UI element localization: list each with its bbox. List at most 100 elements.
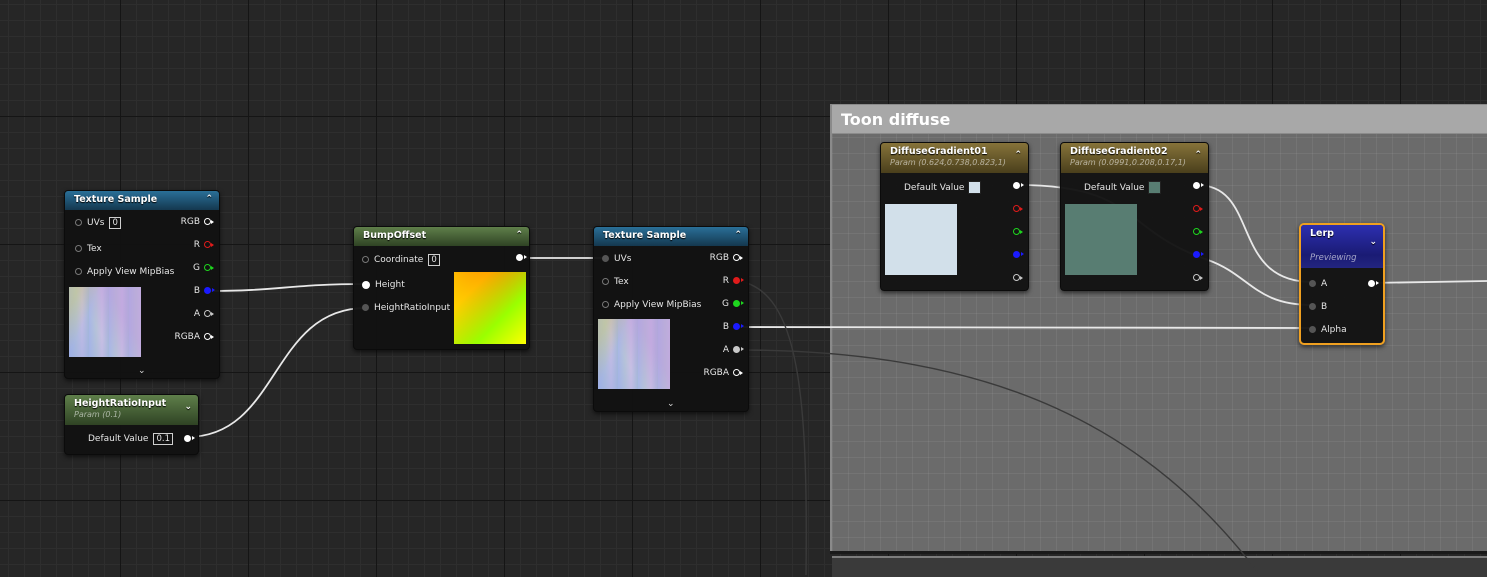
wire-b-to-height: [207, 283, 367, 292]
output-pin-icon: [733, 346, 744, 353]
node-diffuse-gradient-01[interactable]: DiffuseGradient01 Param (0.624,0.738,0.8…: [880, 142, 1029, 291]
pin-label: B: [193, 286, 200, 296]
output-pin-icon: [1193, 274, 1203, 281]
expand-chevron-icon[interactable]: ⌄: [138, 366, 146, 376]
pin-out-b[interactable]: [1189, 249, 1204, 261]
pin-label: RGBA: [703, 368, 729, 378]
pin-out-a[interactable]: A: [194, 308, 214, 320]
pin-apply-view-mipbias[interactable]: Apply View MipBias: [602, 299, 701, 311]
pin-uvs[interactable]: UVs 0: [75, 217, 121, 229]
pin-label: Apply View MipBias: [87, 267, 175, 277]
pin-out-g[interactable]: [1189, 226, 1203, 238]
pin-uvs[interactable]: UVs: [602, 253, 631, 265]
collapse-chevron-icon[interactable]: ⌃: [205, 194, 213, 204]
collapse-chevron-icon[interactable]: ⌄: [184, 402, 192, 412]
node-diffuse-gradient-02[interactable]: DiffuseGradient02 Param (0.0991,0.208,0.…: [1060, 142, 1209, 291]
uvs-value-field[interactable]: 0: [109, 217, 121, 229]
pin-out-a[interactable]: [1189, 272, 1203, 284]
pin-tex[interactable]: Tex: [75, 243, 102, 255]
pin-out-g[interactable]: G: [722, 298, 744, 310]
default-value-field[interactable]: 0.1: [153, 433, 173, 445]
pin-height[interactable]: Height: [362, 279, 405, 291]
pin-label: RGB: [180, 217, 200, 227]
default-value-row[interactable]: Default Value 0.1: [88, 433, 195, 445]
default-value-row[interactable]: Default Value: [904, 181, 982, 194]
pin-out-rgb[interactable]: RGB: [710, 252, 743, 264]
pin-label: Coordinate: [374, 255, 424, 265]
pin-label: R: [722, 276, 729, 286]
pin-out-b[interactable]: B: [723, 321, 744, 333]
collapse-chevron-icon[interactable]: ⌄: [1369, 237, 1377, 247]
output-pin-icon: [204, 241, 214, 248]
pin-out-r[interactable]: R: [722, 275, 744, 287]
coordinate-value-field[interactable]: 0: [428, 254, 440, 266]
bump-offset-preview: [454, 272, 526, 344]
output-pin-icon: [1193, 205, 1203, 212]
default-value-row[interactable]: Default Value: [1084, 181, 1162, 194]
pin-out-r[interactable]: [1009, 203, 1023, 215]
pin-output[interactable]: [1364, 278, 1379, 290]
node-texture-sample-2[interactable]: Texture Sample ⌃ UVs Tex Apply View MipB…: [593, 226, 749, 412]
node-lerp[interactable]: Lerp ⌄ Previewing A B Alpha: [1299, 223, 1385, 345]
pin-coordinate[interactable]: Coordinate 0: [362, 254, 440, 266]
pin-out-rgb[interactable]: [1189, 180, 1204, 192]
pin-tex[interactable]: Tex: [602, 276, 629, 288]
pin-output[interactable]: [512, 252, 527, 264]
collapse-chevron-icon[interactable]: ⌃: [1194, 150, 1202, 160]
collapse-chevron-icon[interactable]: ⌃: [1014, 150, 1022, 160]
node-title: Texture Sample: [603, 230, 687, 241]
output-pin-icon: [1368, 280, 1379, 287]
comment-box-lower: [832, 556, 1487, 577]
node-header[interactable]: DiffuseGradient01 Param (0.624,0.738,0.8…: [881, 143, 1028, 173]
node-header[interactable]: BumpOffset ⌃: [354, 227, 529, 246]
comment-title[interactable]: Toon diffuse: [832, 105, 1487, 134]
pin-label: Tex: [87, 244, 102, 254]
node-header[interactable]: Lerp ⌄ Previewing: [1301, 225, 1383, 268]
pin-out-a[interactable]: A: [723, 344, 744, 356]
node-header[interactable]: HeightRatioInput Param (0.1) ⌄: [65, 395, 198, 425]
node-header[interactable]: Texture Sample ⌃: [594, 227, 748, 246]
pin-label: Alpha: [1321, 325, 1347, 335]
output-pin-icon[interactable]: [184, 435, 195, 442]
pin-out-r[interactable]: R: [194, 239, 214, 251]
pin-height-ratio-input[interactable]: HeightRatioInput: [362, 302, 450, 314]
node-header[interactable]: Texture Sample ⌃: [65, 191, 219, 210]
pin-circle-icon: [602, 255, 609, 262]
output-pin-icon: [204, 333, 214, 340]
color-swatch[interactable]: [1148, 181, 1162, 194]
expand-chevron-icon[interactable]: ⌄: [667, 399, 675, 409]
pin-out-a[interactable]: [1009, 272, 1023, 284]
node-bump-offset[interactable]: BumpOffset ⌃ Coordinate 0 Height HeightRa…: [353, 226, 530, 350]
output-pin-icon: [733, 369, 743, 376]
node-subtitle: Param (0.624,0.738,0.823,1): [890, 158, 1006, 167]
pin-out-rgb[interactable]: [1009, 180, 1024, 192]
pin-b[interactable]: B: [1309, 301, 1327, 313]
output-pin-icon: [1013, 205, 1023, 212]
node-title: DiffuseGradient02: [1070, 146, 1168, 157]
collapse-chevron-icon[interactable]: ⌃: [734, 230, 742, 240]
pin-out-b[interactable]: B: [193, 285, 215, 297]
pin-apply-view-mipbias[interactable]: Apply View MipBias: [75, 266, 174, 278]
pin-alpha[interactable]: Alpha: [1309, 324, 1347, 336]
output-pin-icon: [516, 254, 527, 261]
pin-out-g[interactable]: G: [193, 262, 214, 274]
pin-a[interactable]: A: [1309, 278, 1327, 290]
pin-out-r[interactable]: [1189, 203, 1203, 215]
node-height-ratio-input[interactable]: HeightRatioInput Param (0.1) ⌄ Default V…: [64, 394, 199, 455]
pin-out-rgba[interactable]: RGBA: [174, 331, 214, 343]
color-preview: [885, 204, 957, 275]
output-pin-icon: [1013, 274, 1023, 281]
pin-circle-icon: [1309, 280, 1316, 287]
node-header[interactable]: DiffuseGradient02 Param (0.0991,0.208,0.…: [1061, 143, 1208, 173]
node-texture-sample-1[interactable]: Texture Sample ⌃ UVs 0 Tex Apply View Mip…: [64, 190, 220, 379]
pin-out-g[interactable]: [1009, 226, 1023, 238]
pin-out-rgba[interactable]: RGBA: [703, 367, 743, 379]
pin-circle-icon: [1309, 303, 1316, 310]
node-subtitle: Param (0.1): [74, 410, 122, 419]
pin-out-b[interactable]: [1009, 249, 1024, 261]
pin-label: G: [722, 299, 729, 309]
pin-label: Apply View MipBias: [614, 300, 702, 310]
color-swatch[interactable]: [968, 181, 982, 194]
collapse-chevron-icon[interactable]: ⌃: [515, 230, 523, 240]
pin-out-rgb[interactable]: RGB: [180, 216, 214, 228]
